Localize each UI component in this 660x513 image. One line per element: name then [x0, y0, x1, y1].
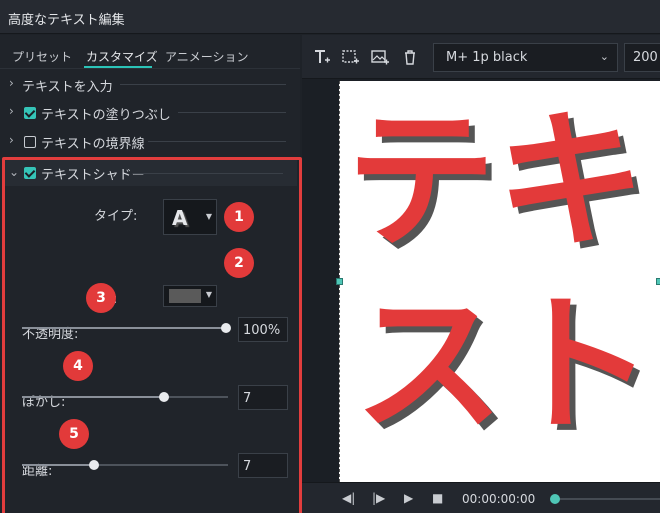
tab-bar: プリセット カスタマイズ アニメーション — [0, 35, 300, 69]
chevron-right-icon: › — [9, 133, 14, 147]
play-icon[interactable]: ▶ — [404, 491, 413, 505]
add-image-icon[interactable] — [370, 47, 390, 67]
resize-handle[interactable] — [336, 278, 343, 285]
active-tab-indicator — [84, 66, 152, 68]
add-shape-icon[interactable] — [340, 47, 360, 67]
advanced-text-edit-window: 高度なテキスト編集 プリセット カスタマイズ アニメーション › テキストを入力… — [0, 0, 660, 513]
resize-handle[interactable] — [656, 278, 660, 285]
highlight-frame — [2, 157, 302, 513]
section-text-input[interactable]: › テキストを入力 — [0, 71, 300, 97]
chevron-right-icon: › — [9, 76, 14, 90]
tab-customize[interactable]: カスタマイズ — [86, 48, 158, 65]
divider — [178, 112, 286, 113]
preview-text-line-1: テキ — [346, 95, 647, 269]
text-preview-canvas[interactable]: テキ スト — [336, 81, 660, 482]
tab-animation[interactable]: アニメーション — [165, 48, 249, 65]
font-size-value: 200 — [633, 50, 658, 65]
font-family-select[interactable]: M+ 1p black ⌄ — [433, 43, 618, 72]
add-text-icon[interactable] — [312, 47, 332, 67]
section-text-border[interactable]: › テキストの境界線 — [0, 128, 300, 154]
section-label: テキストの境界線 — [41, 137, 145, 152]
divider — [148, 141, 286, 142]
section-label: テキストを入力 — [22, 80, 113, 95]
preview-toolbar: M+ 1p black ⌄ 200 — [302, 35, 660, 79]
font-size-input[interactable]: 200 — [624, 43, 660, 72]
previous-frame-icon[interactable]: ◀| — [342, 491, 355, 505]
border-checkbox[interactable] — [24, 136, 36, 148]
timecode: 00:00:00:00 — [462, 492, 536, 506]
chevron-right-icon: › — [9, 104, 14, 118]
section-label: テキストの塗りつぶし — [41, 108, 171, 123]
font-family-value: M+ 1p black — [446, 50, 528, 65]
fill-checkbox[interactable] — [24, 107, 36, 119]
chevron-down-icon: ⌄ — [599, 50, 609, 63]
section-text-fill[interactable]: › テキストの塗りつぶし — [0, 99, 300, 125]
stop-icon[interactable]: ■ — [432, 491, 443, 505]
preview-panel: M+ 1p black ⌄ 200 テキ スト ◀| |▶ ▶ ■ 00:00:… — [302, 35, 660, 513]
divider — [120, 84, 286, 85]
play-frame-icon[interactable]: |▶ — [372, 491, 385, 505]
preview-text-line-2: スト — [354, 279, 655, 453]
progress-thumb[interactable] — [550, 494, 560, 504]
window-title: 高度なテキスト編集 — [8, 13, 125, 28]
trash-icon[interactable] — [400, 47, 420, 67]
title-bar: 高度なテキスト編集 — [0, 0, 660, 34]
tab-presets[interactable]: プリセット — [12, 48, 72, 65]
playback-bar: ◀| |▶ ▶ ■ 00:00:00:00 — [302, 482, 660, 513]
progress-track[interactable] — [558, 498, 660, 500]
settings-panel: プリセット カスタマイズ アニメーション › テキストを入力 › テキストの塗り… — [0, 35, 302, 513]
